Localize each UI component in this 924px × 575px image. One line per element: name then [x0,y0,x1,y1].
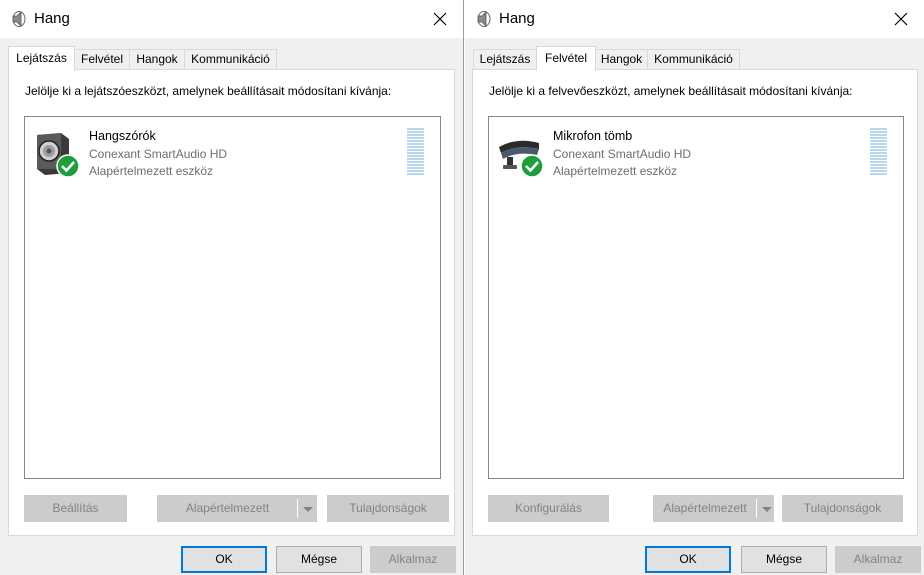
close-icon [433,12,447,26]
speaker-icon [37,133,80,178]
chevron-down-icon[interactable] [757,496,775,521]
configure-button[interactable]: Konfigurálás [488,495,609,522]
window-title: Hang [34,10,70,27]
device-list[interactable]: Mikrofon tömb Conexant SmartAudio HD Ala… [488,116,904,479]
title-bar: Hang [465,0,924,38]
instruction-text: Jelölje ki a lejátszóeszközt, amelynek b… [25,84,392,98]
chevron-down-icon[interactable] [298,496,316,521]
close-button[interactable] [878,0,924,38]
level-meter [407,128,424,178]
ok-button[interactable]: OK [645,546,731,573]
set-default-label[interactable]: Alapértelmezett [158,496,297,521]
set-default-button[interactable]: Alapértelmezett [157,495,317,522]
device-status: Alapértelmezett eszköz [89,164,214,178]
device-name: Hangszórók [89,129,156,143]
configure-button[interactable]: Beállítás [24,495,127,522]
tab-panel: Jelölje ki a lejátszóeszközt, amelynek b… [8,69,455,536]
tab-sounds[interactable]: Hangok [595,49,648,69]
instruction-text: Jelölje ki a felvevőeszközt, amelynek be… [489,84,853,98]
level-meter [870,128,887,178]
speaker-app-icon [12,11,26,27]
device-item-microphone-array[interactable]: Mikrofon tömb Conexant SmartAudio HD Ala… [495,123,897,183]
tab-sounds[interactable]: Hangok [129,49,185,69]
device-driver: Conexant SmartAudio HD [553,147,692,161]
tab-panel: Jelölje ki a felvevőeszközt, amelynek be… [472,69,918,536]
speaker-app-icon [477,11,491,27]
ok-button[interactable]: OK [181,546,267,573]
tab-playback[interactable]: Lejátszás [8,46,75,71]
device-status: Alapértelmezett eszköz [553,164,678,178]
tab-recording[interactable]: Felvétel [74,49,130,69]
cancel-button[interactable]: Mégse [276,546,362,573]
sound-dialog-playback: Hang Lejátszás Felvétel Hangok Kommuniká… [0,0,464,575]
tab-communications[interactable]: Kommunikáció [184,49,277,69]
microphone-array-icon [499,140,544,178]
tab-playback[interactable]: Lejátszás [473,49,537,69]
apply-button[interactable]: Alkalmaz [835,546,921,573]
device-list[interactable]: Hangszórók Conexant SmartAudio HD Alapér… [24,116,441,479]
window-title: Hang [499,10,535,27]
set-default-button[interactable]: Alapértelmezett [653,495,774,522]
properties-button[interactable]: Tulajdonságok [782,495,903,522]
cancel-button[interactable]: Mégse [741,546,827,573]
tab-communications[interactable]: Kommunikáció [647,49,740,69]
close-icon [894,12,908,26]
title-bar: Hang [0,0,463,38]
device-item-speakers[interactable]: Hangszórók Conexant SmartAudio HD Alapér… [31,123,434,183]
tab-recording[interactable]: Felvétel [536,46,596,71]
set-default-label[interactable]: Alapértelmezett [654,496,756,521]
sound-dialog-recording: Hang Lejátszás Felvétel Hangok Kommuniká… [465,0,924,575]
apply-button[interactable]: Alkalmaz [370,546,456,573]
device-name: Mikrofon tömb [553,129,633,143]
close-button[interactable] [417,0,463,38]
device-driver: Conexant SmartAudio HD [89,147,228,161]
properties-button[interactable]: Tulajdonságok [327,495,449,522]
